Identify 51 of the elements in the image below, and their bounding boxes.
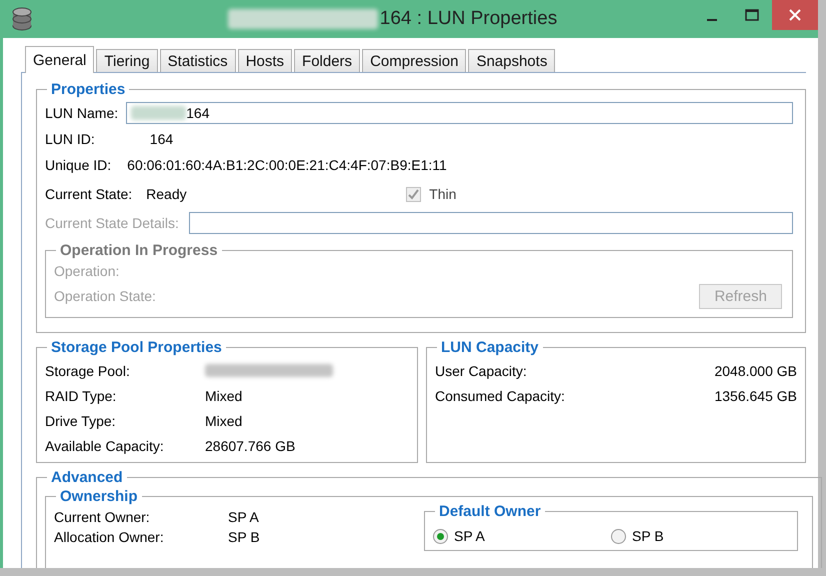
database-icon — [11, 7, 33, 31]
tab[interactable]: Statistics — [160, 49, 236, 72]
redacted-blur — [131, 106, 186, 120]
group-title: Properties — [50, 81, 126, 98]
field-label: Storage Pool: — [45, 362, 131, 378]
field-value: 28607.766 GB — [205, 438, 296, 454]
field-value: Mixed — [205, 388, 242, 404]
field-label: Unique ID: — [45, 157, 112, 173]
field-label: Available Capacity: — [45, 438, 165, 454]
field-label: User Capacity: — [435, 362, 528, 378]
field-value: 164 — [150, 131, 174, 147]
field-value: 1356.645 GB — [714, 388, 797, 404]
field-value: SP B — [228, 529, 260, 545]
radio-option[interactable]: SP A — [433, 528, 611, 544]
field-label: Current State Details: — [45, 215, 179, 231]
name-field[interactable]: 164 — [126, 102, 793, 124]
field-value: SP A — [228, 509, 259, 525]
field-label: Operation State: — [54, 288, 156, 304]
tab[interactable]: Folders — [294, 49, 360, 72]
field-label: Current Owner: — [54, 509, 151, 525]
tab[interactable]: Snapshots — [468, 49, 556, 72]
field-value: Ready — [146, 186, 188, 202]
field-value: 2048.000 GB — [714, 362, 797, 378]
group-title: LUN Capacity — [440, 339, 540, 356]
field-label: Current State: — [45, 186, 132, 202]
radio-option[interactable]: SP B — [611, 528, 789, 544]
field-label: LUN Name: — [45, 105, 118, 121]
field-label: Consumed Capacity: — [435, 388, 566, 404]
check-icon — [408, 188, 420, 200]
group-title: Ownership — [59, 488, 139, 505]
minimize-icon — [707, 19, 717, 21]
group-title: Advanced — [50, 469, 124, 486]
close-icon — [789, 9, 801, 21]
group-title: Storage Pool Properties — [50, 339, 223, 356]
tab[interactable]: General — [25, 46, 94, 73]
group-title: Default Owner — [438, 503, 542, 520]
maximize-icon — [745, 9, 759, 21]
field-label: Allocation Owner: — [54, 529, 165, 545]
group-title: Operation In Progress — [59, 242, 219, 259]
details-field[interactable] — [188, 212, 793, 234]
window-title: 164 : LUN Properties — [380, 8, 558, 30]
field-value: Mixed — [205, 412, 242, 428]
field-label: Operation: — [54, 263, 120, 279]
field-value: 60:06:01:60:4A:B1:2C:00:0E:21:C4:4F:07:B9:E1:11 — [127, 157, 447, 173]
field-label: Drive Type: — [45, 412, 117, 428]
tab[interactable]: Tiering — [96, 49, 158, 72]
close-button[interactable] — [772, 0, 818, 30]
field-label: RAID Type: — [45, 388, 118, 404]
tab[interactable]: Hosts — [238, 49, 292, 72]
tab[interactable]: Compression — [362, 49, 466, 72]
field-label: LUN ID: — [45, 131, 95, 147]
